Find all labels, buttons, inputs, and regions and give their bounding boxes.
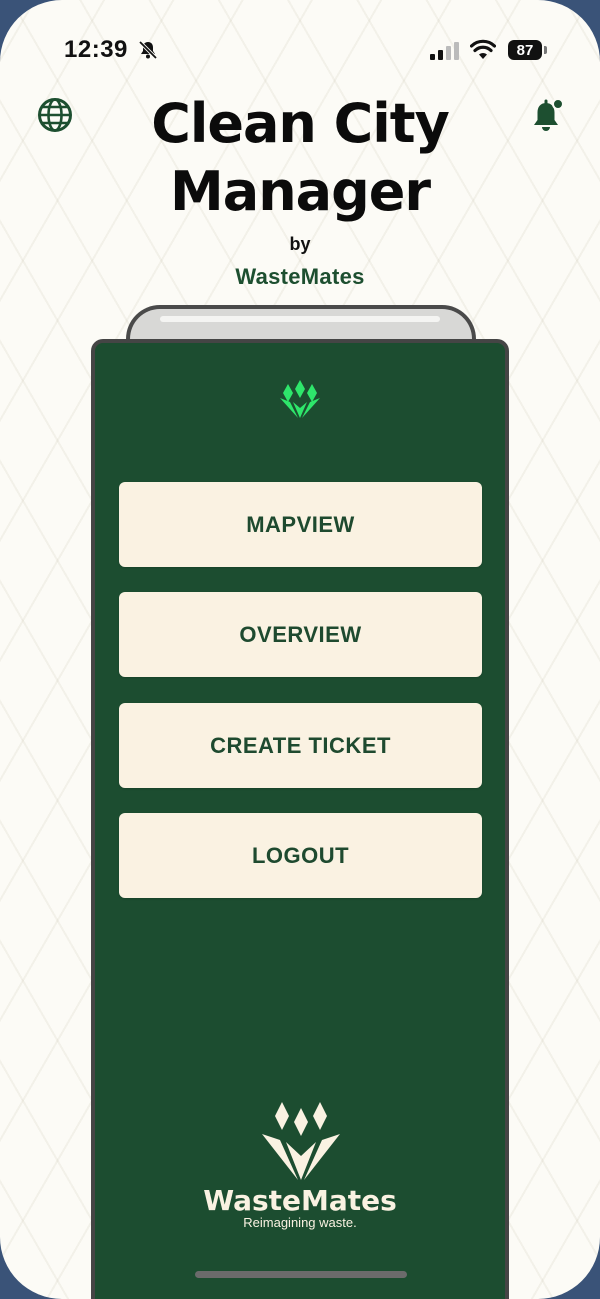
bell-slash-icon (138, 40, 158, 60)
overview-button[interactable]: OVERVIEW (119, 592, 482, 677)
wastemates-logo-icon (280, 380, 320, 418)
cellular-signal-icon (430, 42, 459, 60)
by-label: by (289, 234, 311, 254)
title-line-2: Manager (170, 160, 431, 223)
battery-tip (544, 46, 547, 54)
footer-brand: WasteMates (203, 1184, 397, 1217)
bin-lid-highlight (160, 316, 440, 322)
brand-name: WasteMates (235, 264, 365, 289)
home-indicator[interactable] (195, 1271, 407, 1278)
logout-button[interactable]: LOGOUT (119, 813, 482, 898)
battery-level: 87 (516, 41, 534, 59)
title-line-1: Clean City (151, 92, 450, 155)
page-title: Clean City Manager (0, 90, 600, 226)
create-ticket-button[interactable]: CREATE TICKET (119, 703, 482, 788)
battery-icon: 87 (508, 40, 542, 60)
status-bar: 12:39 87 (0, 0, 600, 100)
wifi-icon (470, 39, 496, 59)
footer-tagline: Reimagining waste. (243, 1215, 357, 1230)
wastemates-footer-logo-icon (262, 1102, 340, 1180)
mapview-button[interactable]: MAPVIEW (119, 482, 482, 567)
status-time: 12:39 (64, 36, 128, 63)
app-screen: 12:39 87 Clean City Manager by WasteMate… (0, 0, 600, 1299)
